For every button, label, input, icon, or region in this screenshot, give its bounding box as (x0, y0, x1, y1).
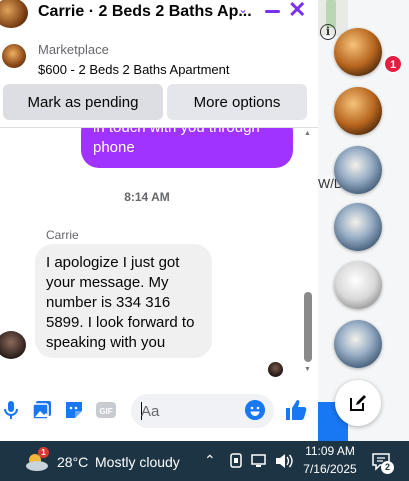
message-input[interactable]: Aa (131, 394, 274, 428)
taskbar: 1 28°C Mostly cloudy ⌃ 11:09 AM 7/16/202… (0, 441, 409, 481)
new-message-button[interactable] (335, 380, 381, 426)
chat-head-avatar[interactable] (334, 320, 382, 368)
chat-head-avatar[interactable] (334, 146, 382, 194)
message-timestamp: 8:14 AM (124, 190, 170, 204)
weather-condition[interactable]: Mostly cloudy (95, 454, 180, 470)
chat-heads-sidebar: i W/D 1 (318, 0, 409, 441)
emoji-icon[interactable] (245, 400, 265, 420)
minimize-icon[interactable] (264, 0, 282, 22)
incoming-message: I apologize I just got your message. My … (35, 244, 212, 358)
scroll-down-icon[interactable]: ▼ (304, 366, 311, 373)
notification-count: 2 (381, 461, 394, 474)
sender-name: Carrie (46, 228, 79, 242)
scrollbar[interactable]: ▲ ▼ (301, 128, 315, 378)
chat-head-avatar[interactable] (334, 261, 382, 309)
weather-alert-badge: 1 (38, 447, 49, 458)
device-icon[interactable] (229, 453, 243, 469)
photo-icon[interactable] (31, 399, 53, 421)
svg-text:GIF: GIF (99, 407, 112, 416)
show-hidden-icons-icon[interactable]: ⌃ (204, 452, 216, 469)
more-options-button[interactable]: More options (167, 84, 307, 120)
outgoing-message: in touch with you through phone (81, 128, 293, 168)
message-input-placeholder: Aa (141, 403, 160, 420)
read-receipt-avatar (268, 362, 283, 377)
chat-header: Carrie · 2 Beds 2 Baths Ap... ⌄ ✕ (0, 0, 318, 30)
sender-avatar[interactable] (0, 331, 26, 359)
chat-head-avatar[interactable] (334, 203, 382, 251)
chevron-down-icon[interactable]: ⌄ (238, 2, 248, 16)
chat-head-avatar[interactable]: 1 (334, 28, 402, 76)
listing-title: $600 - 2 Beds 2 Baths Apartment (38, 62, 230, 77)
like-icon[interactable] (284, 398, 308, 422)
chat-window: Carrie · 2 Beds 2 Baths Ap... ⌄ ✕ Market… (0, 0, 318, 441)
clock-time[interactable]: 11:09 AM (300, 444, 360, 458)
network-icon[interactable] (251, 453, 269, 469)
scroll-up-icon[interactable]: ▲ (304, 130, 311, 137)
microphone-icon[interactable] (0, 399, 22, 421)
info-icon[interactable]: i (320, 24, 336, 40)
close-icon[interactable]: ✕ (288, 0, 306, 23)
message-list: in touch with you through phone 8:14 AM … (0, 128, 300, 378)
listing-thumbnail (2, 44, 26, 68)
chat-head-avatar[interactable] (334, 87, 382, 135)
marketplace-label: Marketplace (38, 42, 109, 57)
compose-icon (350, 395, 366, 411)
unread-badge: 1 (384, 55, 402, 73)
volume-icon[interactable] (274, 453, 294, 469)
composer: GIF Aa (0, 392, 318, 430)
scrollbar-thumb[interactable] (304, 292, 312, 362)
sticker-icon[interactable] (63, 399, 85, 421)
mark-as-pending-button[interactable]: Mark as pending (3, 84, 163, 120)
gif-icon[interactable]: GIF (95, 399, 117, 421)
listing-avatar[interactable] (0, 0, 28, 28)
clock-date[interactable]: 7/16/2025 (300, 462, 360, 476)
chat-title[interactable]: Carrie · 2 Beds 2 Baths Ap... (38, 3, 252, 21)
marketplace-listing[interactable]: Marketplace $600 - 2 Beds 2 Baths Apartm… (0, 36, 318, 86)
temperature[interactable]: 28°C (57, 454, 88, 470)
